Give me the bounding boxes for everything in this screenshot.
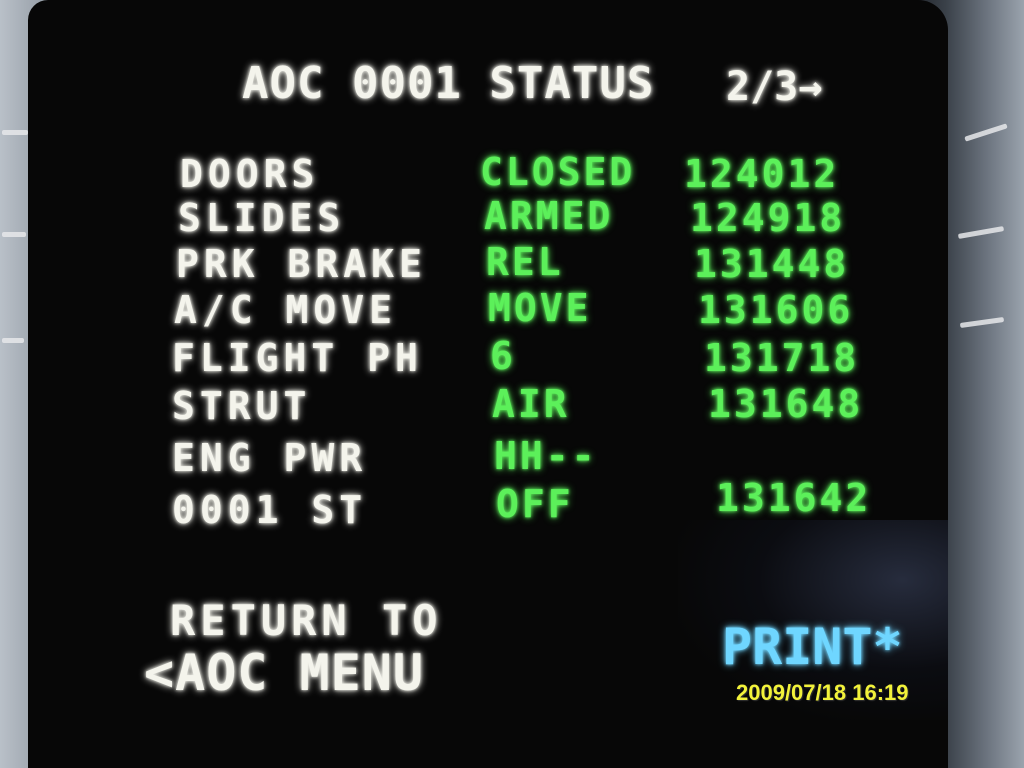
status-value-slides: ARMED bbox=[484, 194, 614, 238]
status-time-strut: 131648 bbox=[708, 382, 864, 426]
status-time-flight-ph: 131718 bbox=[704, 336, 860, 380]
status-value-flight-ph: 6 bbox=[490, 334, 516, 378]
status-value-strut: AIR bbox=[492, 382, 570, 426]
status-label-flight-ph: FLIGHT PH bbox=[172, 336, 423, 380]
status-label-slides: SLIDES bbox=[178, 196, 346, 240]
status-value-doors: CLOSED bbox=[480, 150, 636, 194]
bezel-tick bbox=[959, 316, 1005, 329]
status-value-prk-brake: REL bbox=[486, 240, 564, 284]
left-bezel-tick bbox=[2, 232, 26, 237]
status-value-0001-st: OFF bbox=[496, 482, 574, 526]
left-bezel-tick bbox=[2, 130, 28, 135]
camera-timestamp: 2009/07/18 16:19 bbox=[736, 680, 909, 705]
bezel-tick bbox=[957, 226, 1005, 239]
status-time-prk-brake: 131448 bbox=[694, 242, 850, 286]
left-bezel-tick bbox=[2, 338, 24, 343]
status-time-slides: 124918 bbox=[690, 196, 846, 240]
bezel-tick bbox=[964, 123, 1008, 142]
print-button[interactable]: PRINT* bbox=[722, 618, 903, 676]
status-value-eng-pwr: HH-- bbox=[494, 434, 598, 478]
status-value-ac-move: MOVE bbox=[488, 286, 592, 330]
status-time-ac-move: 131606 bbox=[698, 288, 854, 332]
status-label-0001-st: 0001 ST bbox=[172, 488, 368, 532]
status-label-eng-pwr: ENG PWR bbox=[172, 436, 368, 480]
aoc-menu-button[interactable]: <AOC MENU bbox=[144, 644, 424, 702]
status-time-0001-st: 131642 bbox=[716, 476, 872, 520]
page-number: 2/3→ bbox=[726, 64, 823, 110]
status-label-doors: DOORS bbox=[180, 152, 320, 196]
status-label-strut: STRUT bbox=[172, 384, 312, 428]
status-time-doors: 124012 bbox=[684, 152, 840, 196]
return-to-label[interactable]: RETURN TO bbox=[170, 596, 443, 645]
status-label-ac-move: A/C MOVE bbox=[174, 288, 398, 332]
status-label-prk-brake: PRK BRAKE bbox=[176, 242, 427, 286]
page-title: AOC 0001 STATUS bbox=[242, 58, 655, 109]
